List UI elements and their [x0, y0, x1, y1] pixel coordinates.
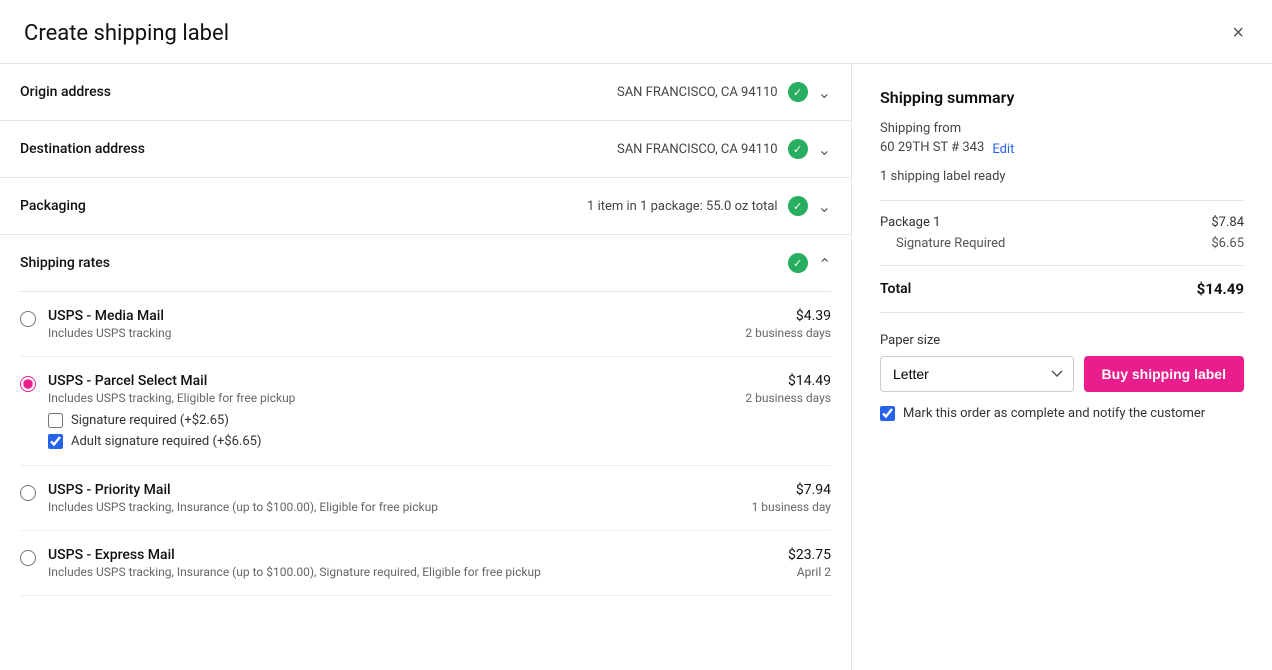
rate-amount-priority-mail: $7.94 — [752, 482, 831, 498]
rate-desc-priority-mail: Includes USPS tracking, Insurance (up to… — [48, 500, 740, 514]
rate-info-express-mail: USPS - Express Mail Includes USPS tracki… — [48, 547, 776, 579]
rate-desc-media-mail: Includes USPS tracking — [48, 326, 733, 340]
summary-total-line: Total $14.49 — [880, 280, 1244, 298]
rate-radio-parcel-select[interactable] — [20, 376, 36, 392]
rate-item-express-mail: USPS - Express Mail Includes USPS tracki… — [20, 531, 831, 596]
option-label-adult-sig: Adult signature required (+$6.65) — [71, 434, 262, 449]
edit-link[interactable]: Edit — [992, 142, 1014, 157]
origin-address-row: Origin address SAN FRANCISCO, CA 94110 ✓… — [0, 64, 851, 121]
rate-price-priority-mail: $7.94 1 business day — [752, 482, 831, 514]
modal-title: Create shipping label — [24, 21, 229, 46]
destination-address-header[interactable]: Destination address SAN FRANCISCO, CA 94… — [20, 121, 831, 177]
paper-size-row: Letter 4x6 Buy shipping label — [880, 356, 1244, 392]
option-label-sig-required: Signature required (+$2.65) — [71, 413, 229, 428]
rate-info-parcel-select: USPS - Parcel Select Mail Includes USPS … — [48, 373, 733, 449]
paper-size-label: Paper size — [880, 333, 1244, 348]
rate-desc-parcel-select: Includes USPS tracking, Eligible for fre… — [48, 391, 733, 405]
destination-check-icon: ✓ — [788, 139, 808, 159]
rate-name-priority-mail: USPS - Priority Mail — [48, 482, 740, 498]
packaging-check-icon: ✓ — [788, 196, 808, 216]
summary-address-line: 60 29TH ST # 343 Edit — [880, 140, 1244, 159]
option-row-sig-required: Signature required (+$2.65) — [48, 413, 733, 428]
rate-name-media-mail: USPS - Media Mail — [48, 308, 733, 324]
rate-price-express-mail: $23.75 April 2 — [788, 547, 831, 579]
rate-options-parcel-select: Signature required (+$2.65) Adult signat… — [48, 413, 733, 449]
destination-address-right: SAN FRANCISCO, CA 94110 ✓ ⌄ — [617, 139, 831, 159]
rate-name-express-mail: USPS - Express Mail — [48, 547, 776, 563]
packaging-label: Packaging — [20, 198, 86, 214]
rate-radio-media-mail[interactable] — [20, 311, 36, 327]
rate-days-parcel-select: 2 business days — [745, 391, 831, 405]
summary-total-label: Total — [880, 281, 911, 297]
mark-complete-checkbox[interactable] — [880, 406, 895, 421]
modal-overlay: Create shipping label × Origin address S… — [0, 0, 1272, 670]
summary-divider-bottom — [880, 265, 1244, 266]
packaging-right: 1 item in 1 package: 55.0 oz total ✓ ⌄ — [587, 196, 831, 216]
rate-amount-media-mail: $4.39 — [745, 308, 831, 324]
paper-size-section: Paper size Letter 4x6 Buy shipping label — [880, 333, 1244, 392]
buy-shipping-label-button[interactable]: Buy shipping label — [1084, 356, 1244, 392]
rate-desc-express-mail: Includes USPS tracking, Insurance (up to… — [48, 565, 776, 579]
origin-address-right: SAN FRANCISCO, CA 94110 ✓ ⌄ — [617, 82, 831, 102]
rate-info-media-mail: USPS - Media Mail Includes USPS tracking — [48, 308, 733, 340]
modal-header: Create shipping label × — [0, 0, 1272, 64]
origin-address-value: SAN FRANCISCO, CA 94110 — [617, 85, 778, 100]
summary-package-line: Package 1 $7.84 — [880, 215, 1244, 230]
summary-signature-price: $6.65 — [1211, 236, 1244, 251]
rate-amount-express-mail: $23.75 — [788, 547, 831, 563]
rate-item-media-mail: USPS - Media Mail Includes USPS tracking… — [20, 292, 831, 357]
rate-radio-express-mail[interactable] — [20, 550, 36, 566]
origin-check-icon: ✓ — [788, 82, 808, 102]
rate-info-priority-mail: USPS - Priority Mail Includes USPS track… — [48, 482, 740, 514]
rate-price-parcel-select: $14.49 2 business days — [745, 373, 831, 405]
paper-size-select[interactable]: Letter 4x6 — [880, 356, 1074, 392]
right-panel: Shipping summary Shipping from 60 29TH S… — [852, 64, 1272, 670]
rates-header: Shipping rates ✓ ⌄ — [20, 235, 831, 292]
origin-address-header[interactable]: Origin address SAN FRANCISCO, CA 94110 ✓… — [20, 64, 831, 120]
summary-signature-label: Signature Required — [896, 236, 1005, 251]
summary-package-label: Package 1 — [880, 215, 940, 230]
summary-divider-after-total — [880, 312, 1244, 313]
rate-amount-parcel-select: $14.49 — [745, 373, 831, 389]
rate-radio-priority-mail[interactable] — [20, 485, 36, 501]
summary-divider-top — [880, 200, 1244, 201]
summary-signature-line: Signature Required $6.65 — [880, 236, 1244, 251]
summary-address: 60 29TH ST # 343 — [880, 140, 984, 155]
summary-total-price: $14.49 — [1197, 280, 1244, 298]
summary-from-label: Shipping from — [880, 121, 1244, 136]
destination-address-label: Destination address — [20, 141, 145, 157]
destination-address-row: Destination address SAN FRANCISCO, CA 94… — [0, 121, 851, 178]
summary-title: Shipping summary — [880, 88, 1244, 107]
rate-days-media-mail: 2 business days — [745, 326, 831, 340]
checkbox-sig-required[interactable] — [48, 413, 63, 428]
rates-chevron-icon: ⌄ — [818, 254, 831, 273]
origin-chevron-icon: ⌄ — [818, 83, 831, 102]
destination-address-value: SAN FRANCISCO, CA 94110 — [617, 142, 778, 157]
shipping-rates-section: Shipping rates ✓ ⌄ USPS - Media Mail Inc… — [0, 235, 851, 596]
modal-body: Origin address SAN FRANCISCO, CA 94110 ✓… — [0, 64, 1272, 670]
summary-ready: 1 shipping label ready — [880, 169, 1244, 184]
packaging-chevron-icon: ⌄ — [818, 197, 831, 216]
rates-title: Shipping rates — [20, 255, 110, 271]
summary-package-price: $7.84 — [1211, 215, 1244, 230]
mark-complete-row: Mark this order as complete and notify t… — [880, 406, 1244, 421]
rate-item-parcel-select: USPS - Parcel Select Mail Includes USPS … — [20, 357, 831, 466]
checkbox-adult-sig[interactable] — [48, 434, 63, 449]
rates-check-icon: ✓ — [788, 253, 808, 273]
origin-address-label: Origin address — [20, 84, 111, 100]
close-button[interactable]: × — [1228, 18, 1248, 49]
rate-days-priority-mail: 1 business day — [752, 500, 831, 514]
rate-name-parcel-select: USPS - Parcel Select Mail — [48, 373, 733, 389]
rate-days-express-mail: April 2 — [788, 565, 831, 579]
rate-price-media-mail: $4.39 2 business days — [745, 308, 831, 340]
packaging-header[interactable]: Packaging 1 item in 1 package: 55.0 oz t… — [20, 178, 831, 234]
packaging-value: 1 item in 1 package: 55.0 oz total — [587, 199, 778, 214]
destination-chevron-icon: ⌄ — [818, 140, 831, 159]
option-row-adult-sig: Adult signature required (+$6.65) — [48, 434, 733, 449]
left-panel: Origin address SAN FRANCISCO, CA 94110 ✓… — [0, 64, 852, 670]
rates-header-right: ✓ ⌄ — [788, 253, 831, 273]
packaging-row: Packaging 1 item in 1 package: 55.0 oz t… — [0, 178, 851, 235]
mark-complete-label: Mark this order as complete and notify t… — [903, 406, 1205, 421]
rate-item-priority-mail: USPS - Priority Mail Includes USPS track… — [20, 466, 831, 531]
